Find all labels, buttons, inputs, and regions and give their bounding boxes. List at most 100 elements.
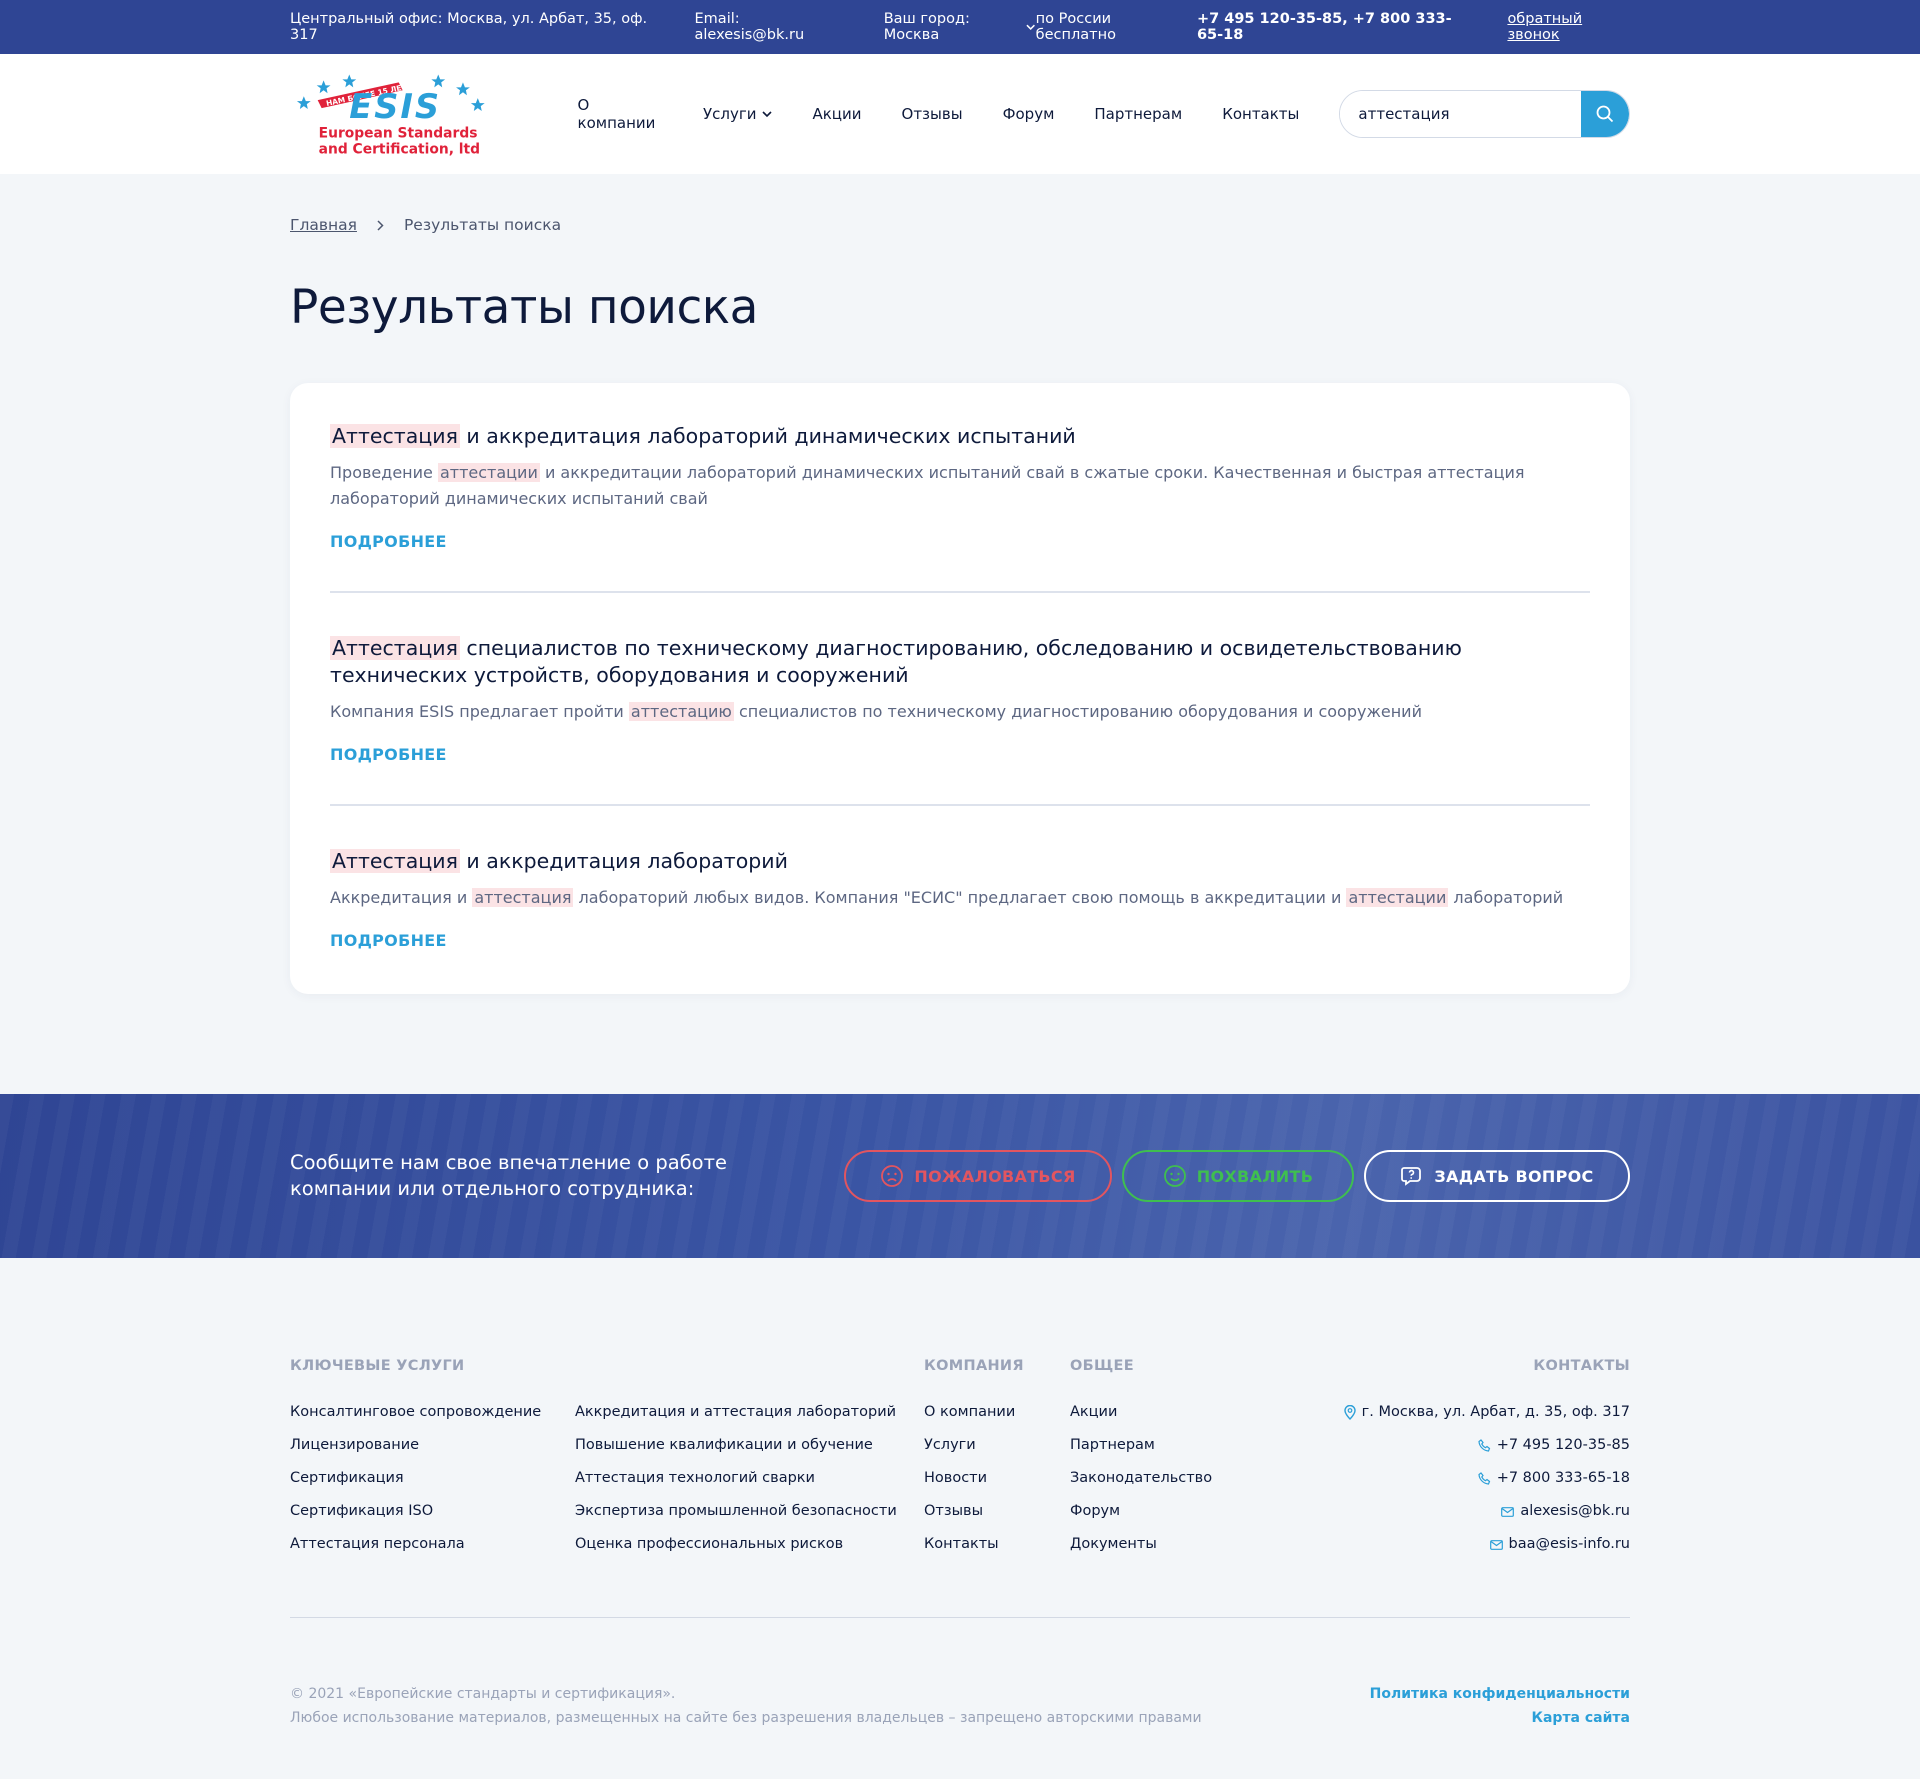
- result-title-highlight: Аттестация: [330, 636, 460, 660]
- footer-divider: [290, 1617, 1630, 1618]
- smile-face-icon: [1163, 1165, 1186, 1187]
- footer-general: ОБЩЕЕ Акции Партнерам Законодательство Ф…: [1070, 1358, 1270, 1561]
- desc-text: лабораторий: [1448, 888, 1564, 907]
- footer-contacts: КОНТАКТЫ г. Москва, ул. Арбат, д. 35, оф…: [1343, 1358, 1630, 1561]
- phone-icon: [1478, 1472, 1490, 1485]
- footer-link[interactable]: Консалтинговое сопровождение: [290, 1396, 575, 1429]
- footer-link[interactable]: Услуги: [924, 1429, 1070, 1462]
- ask-question-button[interactable]: ЗАДАТЬ ВОПРОС: [1364, 1150, 1630, 1202]
- sitemap-link[interactable]: Карта сайта: [1370, 1706, 1630, 1730]
- more-link[interactable]: ПОДРОБНЕЕ: [330, 931, 447, 950]
- feedback-text-line: Сообщите нам свое впечатление о работе: [290, 1151, 727, 1174]
- nav-services[interactable]: Услуги: [703, 96, 773, 132]
- footer-link[interactable]: Оценка профессиональных рисков: [575, 1528, 897, 1561]
- nav-forum[interactable]: Форум: [1003, 96, 1055, 132]
- chevron-right-icon: [377, 219, 384, 231]
- footer-link[interactable]: Отзывы: [924, 1495, 1070, 1528]
- praise-label: ПОХВАЛИТЬ: [1196, 1166, 1314, 1186]
- phone-text: +7 800 333-65-18: [1496, 1470, 1630, 1486]
- desc-text: Проведение: [330, 463, 438, 482]
- footer-link[interactable]: Аттестация технологий сварки: [575, 1462, 897, 1495]
- services-list: Консалтинговое сопровождение Лицензирова…: [290, 1396, 575, 1561]
- nav-reviews[interactable]: Отзывы: [902, 96, 963, 132]
- chat-question-icon: [1401, 1167, 1422, 1186]
- nav-about[interactable]: О компании: [578, 96, 663, 132]
- rights-text: Любое использование материалов, размещен…: [290, 1710, 1202, 1726]
- location-pin-icon: [1343, 1405, 1356, 1420]
- result-title-text: и аккредитация лабораторий динамических …: [459, 424, 1076, 448]
- result-title-highlight: Аттестация: [330, 424, 460, 448]
- footer-link[interactable]: О компании: [924, 1396, 1070, 1429]
- esis-logo[interactable]: НАМ БОЛЕЕ 15 ЛЕТ ESIS European Standards…: [290, 68, 498, 160]
- complain-button[interactable]: ПОЖАЛОВАТЬСЯ: [844, 1150, 1112, 1202]
- search-button[interactable]: [1581, 91, 1629, 137]
- page-title: Результаты поиска: [290, 280, 758, 335]
- result-title[interactable]: Аттестация и аккредитация лабораторий ди…: [330, 423, 1590, 450]
- top-email[interactable]: Email: alexesis@bk.ru: [695, 11, 844, 43]
- footer-link[interactable]: Аккредитация и аттестация лабораторий: [575, 1396, 897, 1429]
- footer-link[interactable]: Законодательство: [1070, 1462, 1270, 1495]
- city-label: Ваш город: Москва: [883, 11, 970, 43]
- footer-link[interactable]: Акции: [1070, 1396, 1270, 1429]
- footer-link[interactable]: Контакты: [924, 1528, 1070, 1561]
- result-description: Компания ESIS предлагает пройти аттестац…: [330, 699, 1590, 725]
- mail-icon: [1489, 1539, 1503, 1550]
- nav-contacts[interactable]: Контакты: [1222, 96, 1299, 132]
- search-input[interactable]: [1340, 91, 1581, 137]
- footer-legal-links: Политика конфиденциальности Карта сайта: [1370, 1682, 1630, 1730]
- more-link[interactable]: ПОДРОБНЕЕ: [330, 745, 447, 764]
- phone-text: +7 495 120-35-85: [1496, 1437, 1630, 1453]
- email-text: alexesis@bk.ru: [1520, 1503, 1630, 1519]
- footer-link[interactable]: Новости: [924, 1462, 1070, 1495]
- logo-line1: European Standards: [319, 126, 478, 142]
- result-title[interactable]: Аттестация специалистов по техническому …: [330, 635, 1590, 689]
- services-list: Аккредитация и аттестация лабораторий По…: [575, 1396, 897, 1561]
- footer-link[interactable]: Сертификация ISO: [290, 1495, 575, 1528]
- contact-email[interactable]: alexesis@bk.ru: [1344, 1495, 1630, 1528]
- breadcrumb-home[interactable]: Главная: [290, 216, 357, 234]
- feedback-band: Сообщите нам свое впечатление о работе к…: [0, 1094, 1920, 1258]
- footer-link[interactable]: Экспертиза промышленной безопасности: [575, 1495, 897, 1528]
- search-result: Аттестация и аккредитация лабораторий ди…: [330, 423, 1590, 551]
- phone-icon: [1478, 1439, 1490, 1452]
- result-title[interactable]: Аттестация и аккредитация лабораторий: [330, 848, 1590, 875]
- footer-heading: КОМПАНИЯ: [924, 1358, 1024, 1374]
- top-phones[interactable]: +7 495 120-35-85, +7 800 333-65-18: [1197, 11, 1477, 43]
- footer-bottom: © 2021 «Европейские стандарты и сертифик…: [290, 1682, 1630, 1730]
- nav-partners[interactable]: Партнерам: [1094, 96, 1182, 132]
- more-link[interactable]: ПОДРОБНЕЕ: [330, 532, 447, 551]
- free-call-label: по России бесплатно: [1035, 11, 1116, 43]
- desc-text: Компания ESIS предлагает пройти: [330, 702, 629, 721]
- address-text: г. Москва, ул. Арбат, д. 35, оф. 317: [1361, 1404, 1630, 1420]
- sad-face-icon: [881, 1165, 904, 1187]
- email-text: baa@esis-info.ru: [1508, 1536, 1630, 1552]
- contact-phone[interactable]: +7 495 120-35-85: [1344, 1429, 1630, 1462]
- footer-link[interactable]: Партнерам: [1070, 1429, 1270, 1462]
- desc-text: специалистов по техническому диагностиро…: [733, 702, 1422, 721]
- main-nav: О компании Услуги Акции Отзывы Форум Пар…: [578, 96, 1340, 132]
- footer-link[interactable]: Форум: [1070, 1495, 1270, 1528]
- feedback-text: Сообщите нам свое впечатление о работе к…: [290, 1150, 810, 1202]
- search-results: Аттестация и аккредитация лабораторий ди…: [290, 383, 1630, 994]
- result-title-text: специалистов по техническому диагностиро…: [330, 636, 1462, 687]
- footer-link[interactable]: Лицензирование: [290, 1429, 575, 1462]
- footer-heading: КЛЮЧЕВЫЕ УСЛУГИ: [290, 1358, 465, 1374]
- desc-highlight: аттестацию: [628, 702, 734, 721]
- nav-promotions[interactable]: Акции: [812, 96, 861, 132]
- copyright-block: © 2021 «Европейские стандарты и сертифик…: [290, 1682, 1202, 1730]
- callback-link[interactable]: обратный звонок: [1507, 11, 1630, 43]
- footer-services: КЛЮЧЕВЫЕ УСЛУГИ Консалтинговое сопровожд…: [290, 1358, 924, 1561]
- footer-link[interactable]: Документы: [1070, 1528, 1270, 1561]
- desc-text: лабораторий любых видов. Компания "ЕСИС"…: [573, 888, 1347, 907]
- contact-email[interactable]: baa@esis-info.ru: [1344, 1528, 1630, 1561]
- header: НАМ БОЛЕЕ 15 ЛЕТ ESIS European Standards…: [0, 54, 1920, 174]
- search-result: Аттестация специалистов по техническому …: [330, 591, 1590, 764]
- result-title-text: и аккредитация лабораторий: [459, 849, 788, 873]
- contact-phone[interactable]: +7 800 333-65-18: [1344, 1462, 1630, 1495]
- privacy-policy-link[interactable]: Политика конфиденциальности: [1370, 1682, 1630, 1706]
- praise-button[interactable]: ПОХВАЛИТЬ: [1122, 1150, 1354, 1202]
- city-selector[interactable]: Ваш город: Москва: [884, 11, 1036, 43]
- footer-link[interactable]: Сертификация: [290, 1462, 575, 1495]
- footer-link[interactable]: Повышение квалификации и обучение: [575, 1429, 897, 1462]
- footer-link[interactable]: Аттестация персонала: [290, 1528, 575, 1561]
